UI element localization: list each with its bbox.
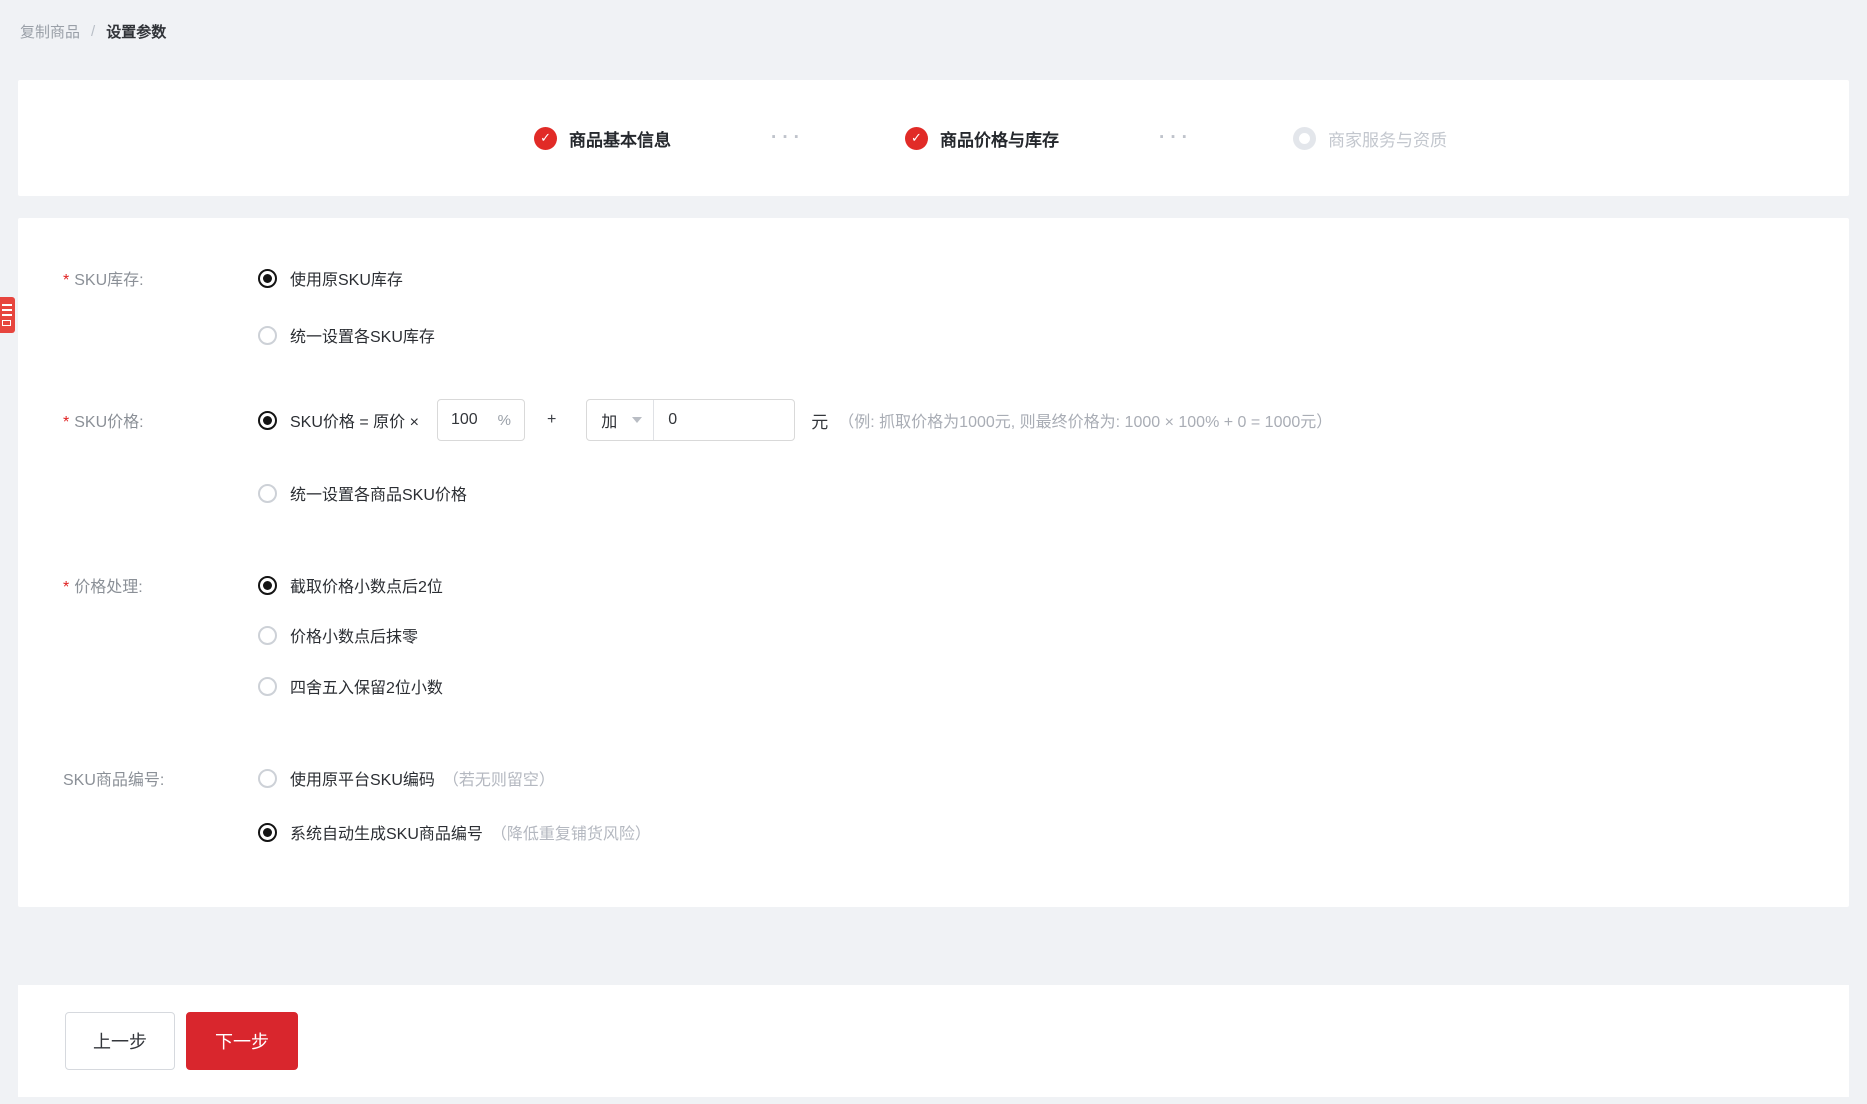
required-asterisk: * xyxy=(63,272,69,289)
radio-option-drop-decimals[interactable]: 价格小数点后抹零 xyxy=(258,623,418,647)
step-label: 商品基本信息 xyxy=(569,126,671,151)
radio-selected-icon[interactable] xyxy=(258,269,277,288)
form-row-price-handling-2: 价格小数点后抹零 xyxy=(18,623,1849,647)
adjustment-input-group: 加 0 xyxy=(586,399,795,441)
field-label-text: SKU库存: xyxy=(74,272,143,289)
radio-option-label: 统一设置各商品SKU价格 xyxy=(290,481,467,505)
field-label-sku-code: SKU商品编号: xyxy=(18,766,258,790)
radio-selected-icon[interactable] xyxy=(258,823,277,842)
radio-option-label: 使用原平台SKU编码 xyxy=(290,766,435,790)
radio-unselected-icon[interactable] xyxy=(258,677,277,696)
amount-input[interactable]: 0 xyxy=(668,411,677,429)
breadcrumb-separator: / xyxy=(91,23,95,40)
stepper: ✓ 商品基本信息 ··· ✓ 商品价格与库存 ··· 商家服务与资质 xyxy=(534,126,1447,151)
step-dots-icon: ··· xyxy=(1159,127,1193,149)
breadcrumb: 复制商品 / 设置参数 xyxy=(0,0,1867,62)
breadcrumb-parent-link[interactable]: 复制商品 xyxy=(20,21,80,42)
page-title: 设置参数 xyxy=(106,21,166,42)
radio-unselected-icon[interactable] xyxy=(258,626,277,645)
list-lines-icon xyxy=(2,314,12,316)
plus-sign: + xyxy=(547,411,556,429)
field-label-text: 价格处理: xyxy=(74,579,142,596)
radio-selected-icon[interactable] xyxy=(258,576,277,595)
step-price-stock: ✓ 商品价格与库存 xyxy=(905,126,1059,151)
radio-unselected-icon[interactable] xyxy=(258,326,277,345)
stepper-card: ✓ 商品基本信息 ··· ✓ 商品价格与库存 ··· 商家服务与资质 xyxy=(18,80,1849,196)
radio-unselected-icon[interactable] xyxy=(258,484,277,503)
radio-selected-icon[interactable] xyxy=(258,411,277,430)
field-label-sku-stock: * SKU库存: xyxy=(18,266,258,290)
step-basic-info: ✓ 商品基本信息 xyxy=(534,126,671,151)
previous-step-button[interactable]: 上一步 xyxy=(65,1012,175,1070)
price-formula-prefix: SKU价格 = 原价 × xyxy=(290,408,419,432)
side-float-widget[interactable] xyxy=(0,297,15,333)
field-label-price-handling: * 价格处理: xyxy=(18,573,258,597)
form-row-sku-price-alt: 统一设置各商品SKU价格 xyxy=(18,481,1849,505)
required-asterisk: * xyxy=(63,414,69,431)
check-circle-icon: ✓ xyxy=(534,127,557,150)
list-box-icon xyxy=(2,320,11,326)
step-label: 商品价格与库存 xyxy=(940,126,1059,151)
radio-option-uniform-price[interactable]: 统一设置各商品SKU价格 xyxy=(258,481,467,505)
form-row-sku-code-2: 系统自动生成SKU商品编号 （降低重复铺货风险） xyxy=(18,820,1849,844)
radio-option-label: 四舍五入保留2位小数 xyxy=(290,674,443,698)
form-row-price-handling: * 价格处理: 截取价格小数点后2位 xyxy=(18,573,1849,597)
form-row-price-handling-3: 四舍五入保留2位小数 xyxy=(18,674,1849,698)
radio-option-label: 统一设置各SKU库存 xyxy=(290,323,435,347)
operator-select-value: 加 xyxy=(601,408,617,432)
check-circle-icon: ✓ xyxy=(905,127,928,150)
settings-form-card: * SKU库存: 使用原SKU库存 统一设置各SKU库存 * SKU价格: SKU价… xyxy=(18,218,1849,907)
form-row-sku-stock-alt: 统一设置各SKU库存 xyxy=(18,323,1849,347)
radio-option-use-original-sku-code[interactable]: 使用原平台SKU编码 （若无则留空） xyxy=(258,766,555,790)
radio-option-label: 截取价格小数点后2位 xyxy=(290,573,443,597)
percent-suffix: % xyxy=(498,412,511,429)
chevron-down-icon xyxy=(632,417,642,423)
field-label-sku-price: * SKU价格: xyxy=(18,408,258,432)
operator-select[interactable]: 加 xyxy=(587,400,654,440)
percent-input[interactable]: 100 xyxy=(451,411,478,429)
required-asterisk: * xyxy=(63,579,69,596)
list-lines-icon xyxy=(2,304,12,306)
footer-action-bar: 上一步 下一步 xyxy=(18,985,1849,1097)
price-formula-option: SKU价格 = 原价 × 100 % + 加 0 元 （例: 抓取价格为1000… xyxy=(258,399,1332,441)
step-dots-icon: ··· xyxy=(771,127,805,149)
radio-option-note: （若无则留空） xyxy=(443,766,555,790)
radio-option-round-2-decimals[interactable]: 四舍五入保留2位小数 xyxy=(258,674,443,698)
radio-option-label: 价格小数点后抹零 xyxy=(290,623,418,647)
step-merchant-service: 商家服务与资质 xyxy=(1293,126,1447,151)
radio-option-use-original-stock[interactable]: 使用原SKU库存 xyxy=(258,266,403,290)
field-label-text: SKU价格: xyxy=(74,414,143,431)
radio-option-uniform-stock[interactable]: 统一设置各SKU库存 xyxy=(258,323,435,347)
radio-option-label: 系统自动生成SKU商品编号 xyxy=(290,820,483,844)
radio-option-note: （降低重复铺货风险） xyxy=(491,820,651,844)
radio-option-auto-generate-sku-code[interactable]: 系统自动生成SKU商品编号 （降低重复铺货风险） xyxy=(258,820,651,844)
form-row-sku-stock: * SKU库存: 使用原SKU库存 xyxy=(18,266,1849,290)
percent-input-box: 100 % xyxy=(437,399,525,441)
radio-option-truncate-2-decimals[interactable]: 截取价格小数点后2位 xyxy=(258,573,443,597)
form-row-sku-code: SKU商品编号: 使用原平台SKU编码 （若无则留空） xyxy=(18,766,1849,790)
form-row-sku-price: * SKU价格: SKU价格 = 原价 × 100 % + 加 0 元 （例: 抓… xyxy=(18,399,1849,441)
pending-circle-icon xyxy=(1293,127,1316,150)
list-lines-icon xyxy=(2,309,12,311)
step-label: 商家服务与资质 xyxy=(1328,126,1447,151)
field-label-text: SKU商品编号: xyxy=(63,772,164,789)
amount-input-box[interactable]: 0 xyxy=(654,400,794,440)
currency-unit: 元 xyxy=(811,408,828,433)
next-step-button[interactable]: 下一步 xyxy=(186,1012,298,1070)
radio-unselected-icon[interactable] xyxy=(258,769,277,788)
price-example-note: （例: 抓取价格为1000元, 则最终价格为: 1000 × 100% + 0 … xyxy=(838,408,1332,432)
radio-option-label: 使用原SKU库存 xyxy=(290,266,403,290)
